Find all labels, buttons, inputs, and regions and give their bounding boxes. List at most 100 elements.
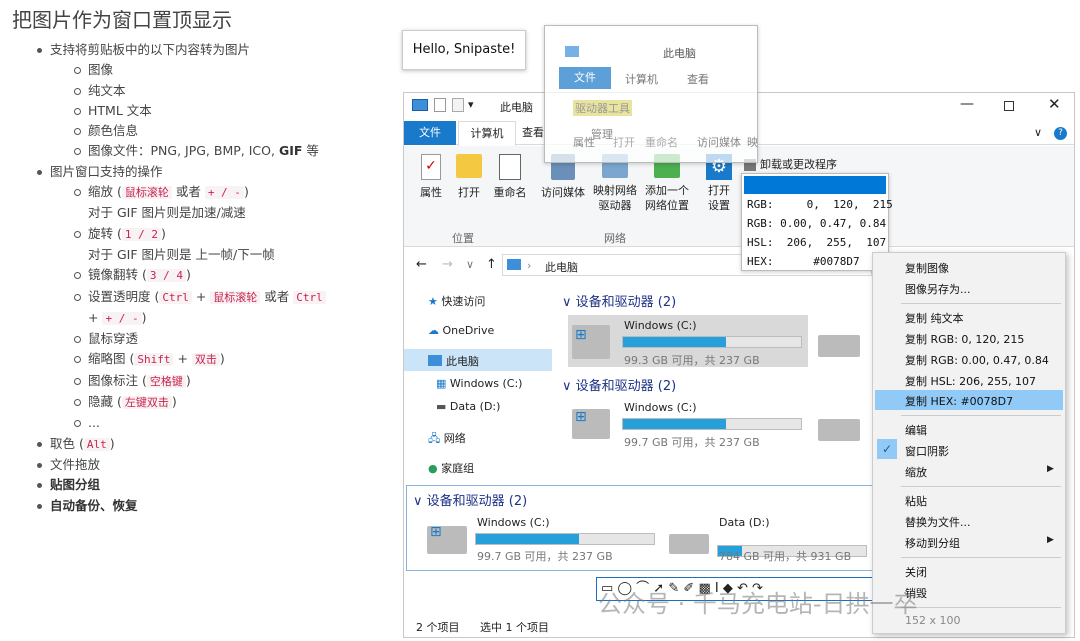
pasted-ribbon-snip[interactable]: 此电脑 文件 计算机 查看 驱动器工具 管理 属性 打开 重命名 访问媒体 映 xyxy=(544,25,758,163)
maximize-button[interactable] xyxy=(1004,101,1014,111)
tab-file[interactable]: 文件 xyxy=(404,121,456,145)
window-title: 此电脑 xyxy=(500,101,533,114)
separator xyxy=(901,557,1061,558)
drive-tile-c[interactable]: ⊞ Windows (C:) 99.3 GB 可用，共 237 GB xyxy=(568,315,808,367)
menu-replace-file[interactable]: 替换为文件... xyxy=(905,514,971,530)
windows-drive-icon: ⊞ xyxy=(572,409,610,439)
list-item: 图像 xyxy=(0,60,326,80)
list-item: 纯文本 xyxy=(0,81,326,101)
computer-icon xyxy=(428,355,442,366)
drive-tile-c[interactable]: ⊞ Windows (C:) 99.7 GB 可用，共 237 GB xyxy=(568,399,808,449)
help-icon[interactable]: ? xyxy=(1054,127,1067,140)
list-item: 图像标注 (空格键) xyxy=(0,371,326,392)
menu-close[interactable]: 关闭 xyxy=(905,564,927,580)
context-menu: 复制图像 图像另存为... 复制 纯文本 复制 RGB: 0, 120, 215… xyxy=(872,252,1066,634)
up-arrow-icon[interactable]: ↑ xyxy=(486,257,497,272)
menu-copy-hex[interactable]: 复制 HEX: #0078D7 xyxy=(905,393,1013,409)
list-item: 缩略图 (Shift + 双击) xyxy=(0,349,326,370)
list-item: 缩放 (鼠标滚轮 或者 + / -) 对于 GIF 图片则是加速/减速 xyxy=(0,182,326,224)
pasted-snip[interactable]: ∨ 设备和驱动器 (2) ⊞ Windows (C:) 99.7 GB 可用，共… xyxy=(406,485,876,571)
label: OneDrive xyxy=(442,324,495,337)
list-item: 取色 (Alt) xyxy=(0,434,326,455)
color-swatch xyxy=(744,176,886,194)
nav-onedrive[interactable]: ☁ OneDrive xyxy=(428,324,494,337)
label: 打开 xyxy=(458,186,480,199)
label: 重命名 xyxy=(645,136,678,149)
tab-computer: 计算机 xyxy=(625,73,658,86)
feature-list: 支持将剪贴板中的以下内容转为图片 图像 纯文本 HTML 文本 颜色信息 图像文… xyxy=(0,40,326,516)
nav-this-pc[interactable]: 此电脑 xyxy=(404,349,552,371)
separator xyxy=(901,415,1061,416)
nav-quick-access[interactable]: ★ 快速访问 xyxy=(428,293,485,309)
label: 此电脑 xyxy=(446,355,479,368)
drive-usage-bar xyxy=(622,336,802,348)
newfolder-icon[interactable] xyxy=(452,98,464,112)
list-item: HTML 文本 xyxy=(0,101,326,121)
hsl-value: HSL: 206, 255, 107 xyxy=(747,236,887,249)
menu-copy-hsl[interactable]: 复制 HSL: 206, 255, 107 xyxy=(905,373,1036,389)
drive-name: Windows (C:) xyxy=(624,319,697,332)
separator xyxy=(901,607,1061,608)
section-header[interactable]: ∨ 设备和驱动器 (2) xyxy=(562,291,676,310)
list-item: 镜像翻转 (3 / 4) xyxy=(0,265,326,286)
menu-window-shadow[interactable]: 窗口阴影 xyxy=(905,443,949,459)
menu-zoom[interactable]: 缩放 xyxy=(905,464,927,480)
windows-drive-icon: ⊞ xyxy=(572,325,610,359)
dropdown-icon[interactable]: ▾ xyxy=(468,98,474,111)
menu-copy-text[interactable]: 复制 纯文本 xyxy=(905,310,964,326)
label: Windows (C:) xyxy=(449,377,523,390)
tab-view[interactable]: 查看 xyxy=(522,121,544,145)
nav-drive-c[interactable]: ▦ Windows (C:) xyxy=(436,377,522,390)
list-item: 支持将剪贴板中的以下内容转为图片 xyxy=(0,40,326,60)
label: 属性 xyxy=(420,186,442,199)
list-item: 设置透明度 (Ctrl + 鼠标滚轮 或者 Ctrl + + / -) xyxy=(0,287,326,330)
list-item: 鼠标穿透 xyxy=(0,329,326,349)
section-header: ∨ 设备和驱动器 (2) xyxy=(413,494,528,509)
forward-arrow-icon[interactable]: → xyxy=(442,257,453,272)
chevron-down-icon[interactable]: ∨ xyxy=(466,258,474,271)
list-item: 文件拖放 xyxy=(0,455,326,475)
menu-edit[interactable]: 编辑 xyxy=(905,422,927,438)
rgb-value: RGB: 0, 120, 215 xyxy=(747,198,893,211)
menu-copy-rgbf[interactable]: 复制 RGB: 0.00, 0.47, 0.84 xyxy=(905,352,1049,368)
chevron-down-icon[interactable]: ∨ xyxy=(1034,126,1042,139)
nav-network[interactable]: 🖧 网络 xyxy=(428,430,466,449)
menu-move-group[interactable]: 移动到分组 xyxy=(905,535,960,551)
group-label: 网络 xyxy=(604,232,626,245)
close-button[interactable]: ✕ xyxy=(1048,95,1061,113)
list-item: 贴图分组 xyxy=(0,475,326,495)
nav-homegroup[interactable]: ● 家庭组 xyxy=(428,460,474,476)
color-info-snip[interactable]: RGB: 0, 120, 215 RGB: 0.00, 0.47, 0.84 H… xyxy=(741,173,893,271)
menu-save-as[interactable]: 图像另存为... xyxy=(905,281,971,297)
menu-copy-image[interactable]: 复制图像 xyxy=(905,260,949,276)
tab-view: 查看 xyxy=(687,73,709,86)
nav-drive-d[interactable]: ▬ Data (D:) xyxy=(436,400,500,413)
tab-computer[interactable]: 计算机 xyxy=(458,121,516,146)
ribbon-rename-button[interactable]: 重命名 xyxy=(490,154,530,200)
status-item-count: 2 个项目 xyxy=(416,621,460,634)
drive-tools-label: 驱动器工具 xyxy=(573,100,632,116)
drive-name: Windows (C:) xyxy=(477,516,550,529)
properties-icon[interactable] xyxy=(434,98,446,112)
menu-paste[interactable]: 粘贴 xyxy=(905,493,927,509)
menu-copy-rgb[interactable]: 复制 RGB: 0, 120, 215 xyxy=(905,331,1024,347)
list-item: 颜色信息 xyxy=(0,121,326,141)
section-header[interactable]: ∨ 设备和驱动器 (2) xyxy=(562,375,676,394)
list-item: 旋转 (1 / 2) 对于 GIF 图片则是 上一帧/下一帧 xyxy=(0,224,326,266)
hello-snip[interactable]: Hello, Snipaste! xyxy=(402,30,526,70)
label: 重命名 xyxy=(493,186,527,199)
label: 家庭组 xyxy=(441,462,475,475)
homegroup-icon: ● xyxy=(428,462,438,475)
list-item: 图片窗口支持的操作 xyxy=(0,162,326,182)
label: 此电脑 xyxy=(663,47,696,60)
ribbon-open-button[interactable]: 打开 xyxy=(454,154,484,200)
ribbon-properties-button[interactable]: ✓ 属性 xyxy=(416,154,446,200)
watermark: 公众号 · 千马充电站-日拱一卒 xyxy=(598,590,918,618)
minimize-button[interactable]: — xyxy=(960,96,974,112)
label: 映射网络 驱动器 xyxy=(593,184,637,212)
back-arrow-icon[interactable]: ← xyxy=(416,257,427,272)
nav-pane: ★ 快速访问 ☁ OneDrive 此电脑 ▦ Windows (C:) ▬ D… xyxy=(404,283,554,476)
windows-drive-icon: ⊞ xyxy=(427,524,467,554)
list-item: ... xyxy=(0,413,326,433)
group-label: 位置 xyxy=(452,232,474,245)
